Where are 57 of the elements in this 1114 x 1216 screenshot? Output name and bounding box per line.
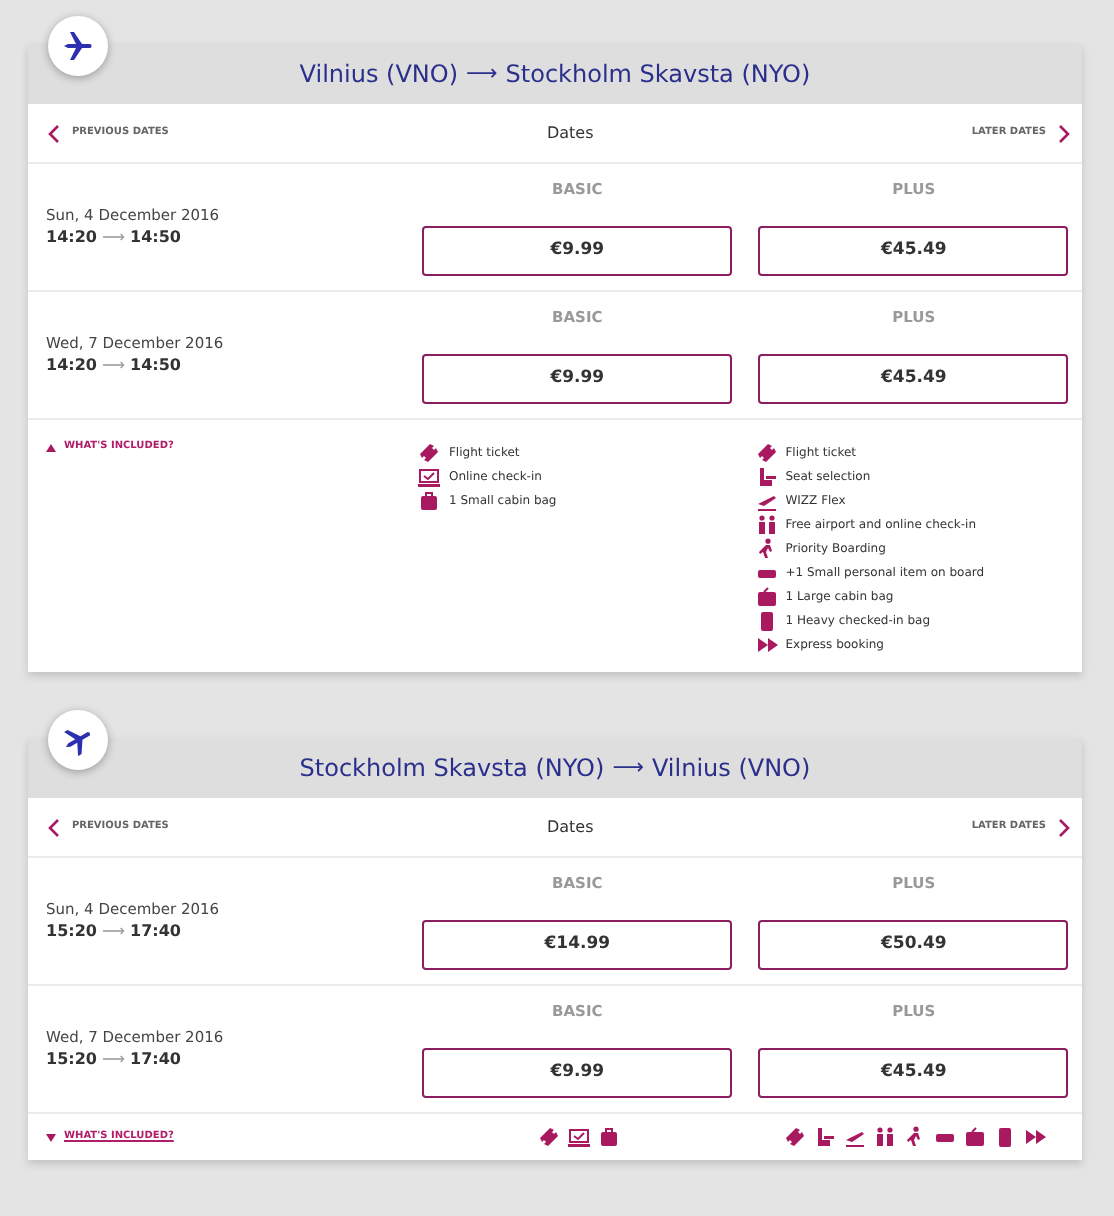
people-icon <box>755 513 778 535</box>
destination-city: Stockholm Skavsta (NYO) <box>505 58 811 92</box>
chevron-left-icon <box>48 817 60 837</box>
departure-time: 15:20 <box>46 1050 97 1069</box>
ticket-icon <box>783 1126 806 1148</box>
bag-icon <box>418 489 441 511</box>
fast-forward-icon <box>1023 1126 1046 1148</box>
price-button[interactable]: €9.99 <box>422 353 733 404</box>
ticket-icon <box>755 441 778 463</box>
dates-label: Dates <box>546 817 594 835</box>
chevron-right-icon <box>1058 817 1070 837</box>
seat-icon <box>755 465 778 487</box>
price-button[interactable]: €45.49 <box>758 353 1069 404</box>
chevron-right-icon <box>1058 123 1070 143</box>
walking-person-icon <box>903 1126 926 1148</box>
suitcase-icon <box>755 585 778 607</box>
ticket-icon <box>418 441 441 463</box>
fast-forward-icon <box>755 633 778 655</box>
arrival-time: 17:40 <box>130 1050 181 1069</box>
plane-badge <box>48 710 108 770</box>
price-button[interactable]: €50.49 <box>758 919 1069 970</box>
arrival-time: 14:50 <box>130 356 181 375</box>
price-button[interactable]: €9.99 <box>422 225 733 276</box>
destination-city: Vilnius (VNO) <box>651 752 811 786</box>
origin-city: Vilnius (VNO) <box>299 58 459 92</box>
price-button[interactable]: €14.99 <box>422 919 733 970</box>
laptop-check-icon <box>567 1126 590 1148</box>
time-arrow: ⟶ <box>100 356 127 375</box>
departure-time: 15:20 <box>46 922 97 941</box>
luggage-icon <box>993 1126 1016 1148</box>
caret-icon <box>46 1133 56 1141</box>
departure-time: 14:20 <box>46 228 97 247</box>
route-arrow: ⟶ <box>612 751 644 784</box>
people-icon <box>873 1126 896 1148</box>
suitcase-icon <box>963 1126 986 1148</box>
price-button[interactable]: €45.49 <box>758 1047 1069 1098</box>
chevron-left-icon <box>48 123 60 143</box>
time-arrow: ⟶ <box>100 922 127 941</box>
walking-person-icon <box>755 537 778 559</box>
plane-badge <box>48 16 108 76</box>
time-arrow: ⟶ <box>100 1050 127 1069</box>
arrival-time: 14:50 <box>130 228 181 247</box>
arrival-time: 17:40 <box>130 922 181 941</box>
time-arrow: ⟶ <box>100 228 127 247</box>
laptop-check-icon <box>418 465 441 487</box>
bag-icon <box>597 1126 620 1148</box>
caret-icon <box>46 443 56 452</box>
seat-icon <box>813 1126 836 1148</box>
dates-label: Dates <box>546 123 594 141</box>
luggage-icon <box>755 609 778 631</box>
price-button[interactable]: €45.49 <box>758 225 1069 276</box>
departure-time: 14:20 <box>46 356 97 375</box>
price-button[interactable]: €9.99 <box>422 1047 733 1098</box>
plane-takeoff-icon <box>843 1126 866 1148</box>
route-arrow: ⟶ <box>466 57 498 90</box>
ticket-icon <box>537 1126 560 1148</box>
origin-city: Stockholm Skavsta (NYO) <box>299 752 605 786</box>
